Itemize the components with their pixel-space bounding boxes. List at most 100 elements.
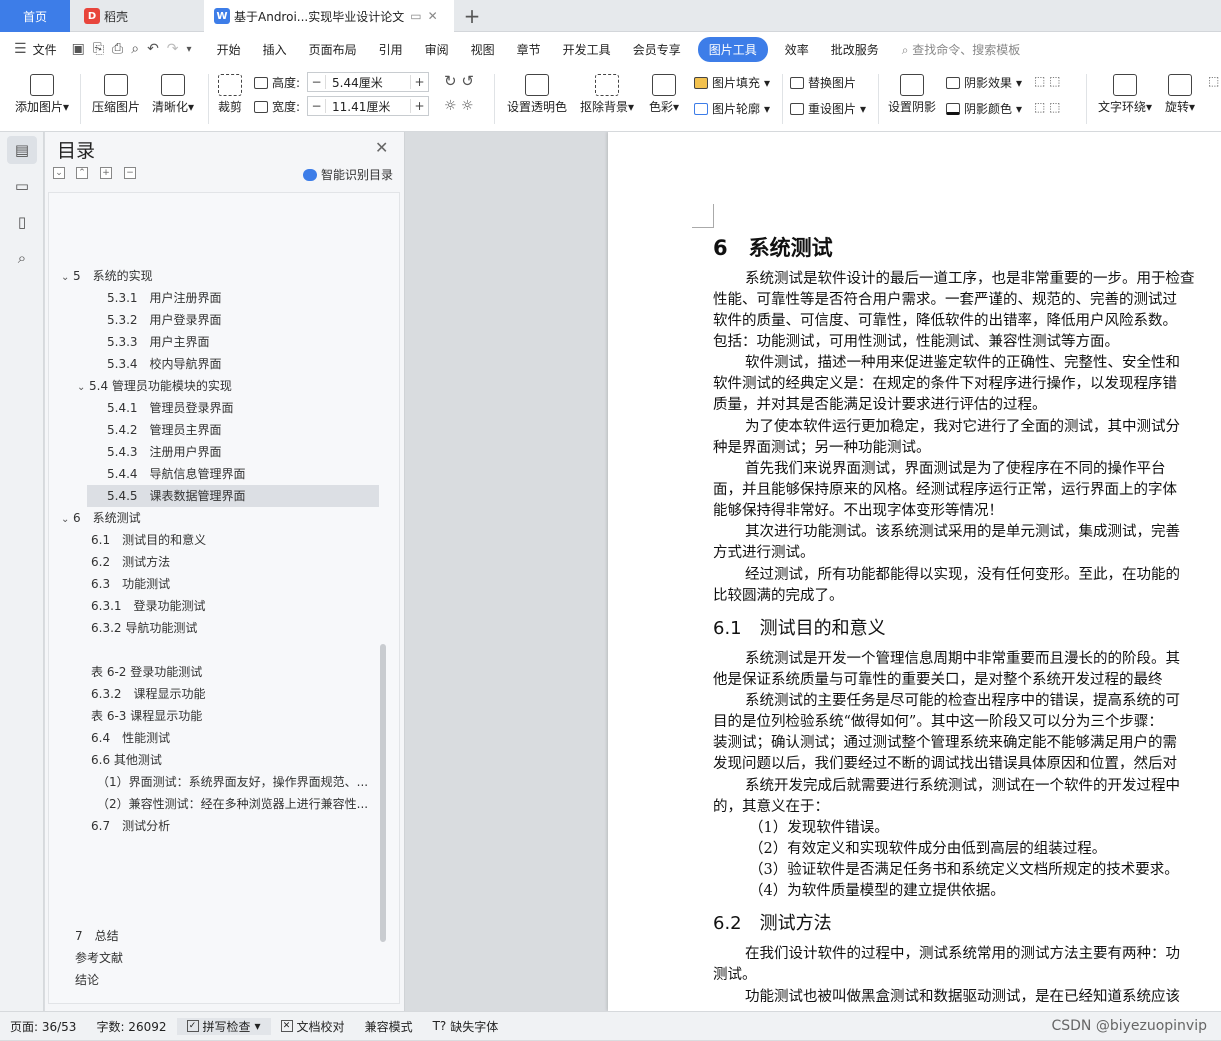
collapse-all-icon[interactable]: ⌄ bbox=[53, 167, 65, 179]
height-field[interactable]: −5.44厘米 + bbox=[307, 72, 429, 92]
shadow-offset-icons-top[interactable]: ⬚ ⬚ bbox=[1034, 74, 1061, 88]
menu-view[interactable]: 视图 bbox=[460, 41, 506, 58]
replace-image-button[interactable]: 替换图片 bbox=[790, 74, 856, 91]
menu-insert[interactable]: 插入 bbox=[252, 41, 298, 58]
more-icon[interactable]: ▾ bbox=[183, 44, 196, 55]
menu-layout[interactable]: 页面布局 bbox=[298, 41, 368, 58]
brightness-icons[interactable]: ☼ ☼ bbox=[444, 98, 474, 114]
menu-member[interactable]: 会员专享 bbox=[622, 41, 692, 58]
toc-rail-icon[interactable]: ▤ bbox=[7, 136, 37, 164]
height-value[interactable]: 5.44厘米 bbox=[326, 74, 410, 91]
toc-item[interactable]: ⌄ 5.4 管理员功能模块的实现 bbox=[77, 375, 232, 397]
toc-item[interactable]: 6.3 功能测试 bbox=[91, 573, 170, 595]
bookmark-rail-icon[interactable]: ▯ bbox=[7, 208, 37, 236]
shadow-color-button[interactable]: 阴影颜色 ▾ bbox=[946, 100, 1022, 117]
toc-item[interactable]: 5.4.3 注册用户界面 bbox=[107, 441, 222, 463]
close-icon[interactable]: ✕ bbox=[375, 138, 388, 157]
preview-icon[interactable]: ⌕ bbox=[127, 41, 143, 57]
toc-item[interactable]: 表 6-2 登录功能测试 bbox=[91, 661, 202, 683]
set-shadow-button[interactable]: 设置阴影 bbox=[886, 74, 938, 115]
shadow-offset-icons-bottom[interactable]: ⬚ ⬚ bbox=[1034, 100, 1061, 114]
redo-icon[interactable]: ↷ bbox=[163, 41, 183, 57]
toc-item-selected[interactable]: 5.4.5 课表数据管理界面 bbox=[87, 485, 379, 507]
toc-item[interactable]: 7 总结 bbox=[75, 925, 119, 947]
new-tab-icon[interactable]: + bbox=[460, 4, 484, 28]
save-icon[interactable]: ▣ bbox=[68, 41, 89, 57]
print-icon[interactable]: ⎙ bbox=[108, 41, 127, 57]
tab-document[interactable]: W 基于Androi...实现毕业设计论文 ▭ ✕ bbox=[204, 0, 454, 32]
menu-devtools[interactable]: 开发工具 bbox=[552, 41, 622, 58]
page-count[interactable]: 页面: 36/53 bbox=[0, 1018, 86, 1035]
toc-item[interactable]: 5.4.1 管理员登录界面 bbox=[107, 397, 234, 419]
toc-item[interactable]: 6.3.2 课程显示功能 bbox=[91, 683, 206, 705]
add-item-icon[interactable]: + bbox=[100, 167, 112, 179]
toc-item[interactable]: 6.1 测试目的和意义 bbox=[91, 529, 206, 551]
tab-daoke[interactable]: D 稻壳 bbox=[72, 0, 200, 32]
menu-grading[interactable]: 批改服务 bbox=[820, 41, 890, 58]
menu-reference[interactable]: 引用 bbox=[368, 41, 414, 58]
height-decrease-button[interactable]: − bbox=[308, 75, 326, 89]
toc-item[interactable]: 6.7 测试分析 bbox=[91, 815, 170, 837]
text-wrap-button[interactable]: 文字环绕▾ bbox=[1094, 74, 1156, 115]
toc-item[interactable]: ⌄ 5 系统的实现 bbox=[61, 265, 153, 287]
chevron-down-icon[interactable]: ⌄ bbox=[77, 377, 89, 397]
toc-item[interactable]: 5.3.3 用户主界面 bbox=[107, 331, 210, 353]
toc-item[interactable]: 5.3.4 校内导航界面 bbox=[107, 353, 222, 375]
height-increase-button[interactable]: + bbox=[410, 75, 428, 89]
add-image-button[interactable]: 添加图片▾ bbox=[10, 74, 74, 115]
reset-image-button[interactable]: 重设图片 ▾ bbox=[790, 100, 866, 117]
toc-item[interactable]: 6.2 测试方法 bbox=[91, 551, 170, 573]
tab-home[interactable]: 首页 bbox=[0, 0, 70, 32]
toc-item[interactable]: 5.3.2 用户登录界面 bbox=[107, 309, 222, 331]
ai-toc-button[interactable]: 智能识别目录 bbox=[303, 166, 393, 183]
command-search[interactable]: ⌕ 查找命令、搜索模板 bbox=[902, 41, 1021, 58]
toc-item[interactable]: 6.3.2 导航功能测试 bbox=[91, 617, 197, 639]
hamburger-icon[interactable]: ☰ bbox=[0, 41, 31, 57]
proofread-button[interactable]: ✕ 文档校对 bbox=[271, 1018, 355, 1035]
document-page[interactable]: 6 系统测试 系统测试是软件设计的最后一道工序，也是非常重要的一步。用于检查 性… bbox=[608, 132, 1221, 1011]
menu-start[interactable]: 开始 bbox=[206, 41, 252, 58]
menu-review[interactable]: 审阅 bbox=[414, 41, 460, 58]
spell-check-button[interactable]: ✓ 拼写检查 ▾ bbox=[176, 1017, 271, 1035]
remove-background-button[interactable]: 抠除背景▾ bbox=[574, 74, 640, 115]
compat-mode[interactable]: 兼容模式 bbox=[355, 1018, 423, 1035]
toc-item[interactable]: 表 6-3 课程显示功能 bbox=[91, 705, 202, 727]
set-transparent-button[interactable]: 设置透明色 bbox=[502, 74, 572, 115]
word-count[interactable]: 字数: 26092 bbox=[86, 1018, 176, 1035]
toc-item[interactable]: 5.4.4 导航信息管理界面 bbox=[107, 463, 246, 485]
menu-file[interactable]: 文件 bbox=[31, 41, 68, 58]
chapter-rail-icon[interactable]: ▭ bbox=[7, 172, 37, 200]
missing-font-button[interactable]: T? 缺失字体 bbox=[423, 1018, 509, 1035]
picture-fill-button[interactable]: 图片填充 ▾ bbox=[694, 74, 770, 91]
chevron-down-icon[interactable]: ⌄ bbox=[61, 509, 73, 529]
chevron-down-icon[interactable]: ⌄ bbox=[61, 267, 73, 287]
toc-item[interactable]: （1）界面测试：系统界面友好，操作界面规范、... bbox=[97, 771, 377, 793]
crop-button[interactable]: 裁剪 bbox=[214, 74, 246, 115]
export-icon[interactable]: ⎘ bbox=[89, 41, 108, 57]
rotate-small-icons[interactable]: ↻ ↺ bbox=[444, 72, 474, 90]
toc-item[interactable]: 6.3.1 登录功能测试 bbox=[91, 595, 206, 617]
menu-efficiency[interactable]: 效率 bbox=[774, 41, 820, 58]
remove-item-icon[interactable]: − bbox=[124, 167, 136, 179]
toc-item[interactable]: 5.3.1 用户注册界面 bbox=[107, 287, 222, 309]
shadow-effect-button[interactable]: 阴影效果 ▾ bbox=[946, 74, 1022, 91]
compress-image-button[interactable]: 压缩图片 bbox=[88, 74, 144, 115]
toc-item[interactable]: 6.4 性能测试 bbox=[91, 727, 170, 749]
rotate-button[interactable]: 旋转▾ bbox=[1160, 74, 1200, 115]
align-icon[interactable]: ⬚ bbox=[1208, 74, 1219, 88]
width-decrease-button[interactable]: − bbox=[308, 99, 326, 113]
toc-item[interactable]: 参考文献 bbox=[75, 947, 123, 969]
width-value[interactable]: 11.41厘米 bbox=[326, 98, 410, 115]
menu-chapter[interactable]: 章节 bbox=[506, 41, 552, 58]
width-field[interactable]: −11.41厘米 + bbox=[307, 96, 429, 116]
monitor-icon[interactable]: ▭ bbox=[410, 9, 421, 23]
picture-outline-button[interactable]: 图片轮廓 ▾ bbox=[694, 100, 770, 117]
toc-item[interactable]: （2）兼容性测试：经在多种浏览器上进行兼容性... bbox=[97, 793, 377, 815]
color-button[interactable]: 色彩▾ bbox=[642, 74, 686, 115]
sharpen-button[interactable]: 清晰化▾ bbox=[148, 74, 198, 115]
menu-picture-tools[interactable]: 图片工具 bbox=[697, 36, 768, 62]
search-rail-icon[interactable]: ⌕ bbox=[7, 244, 37, 272]
close-tab-icon[interactable]: ✕ bbox=[428, 9, 438, 23]
toc-item[interactable]: 5.4.2 管理员主界面 bbox=[107, 419, 222, 441]
toc-scrollbar[interactable] bbox=[380, 644, 386, 942]
